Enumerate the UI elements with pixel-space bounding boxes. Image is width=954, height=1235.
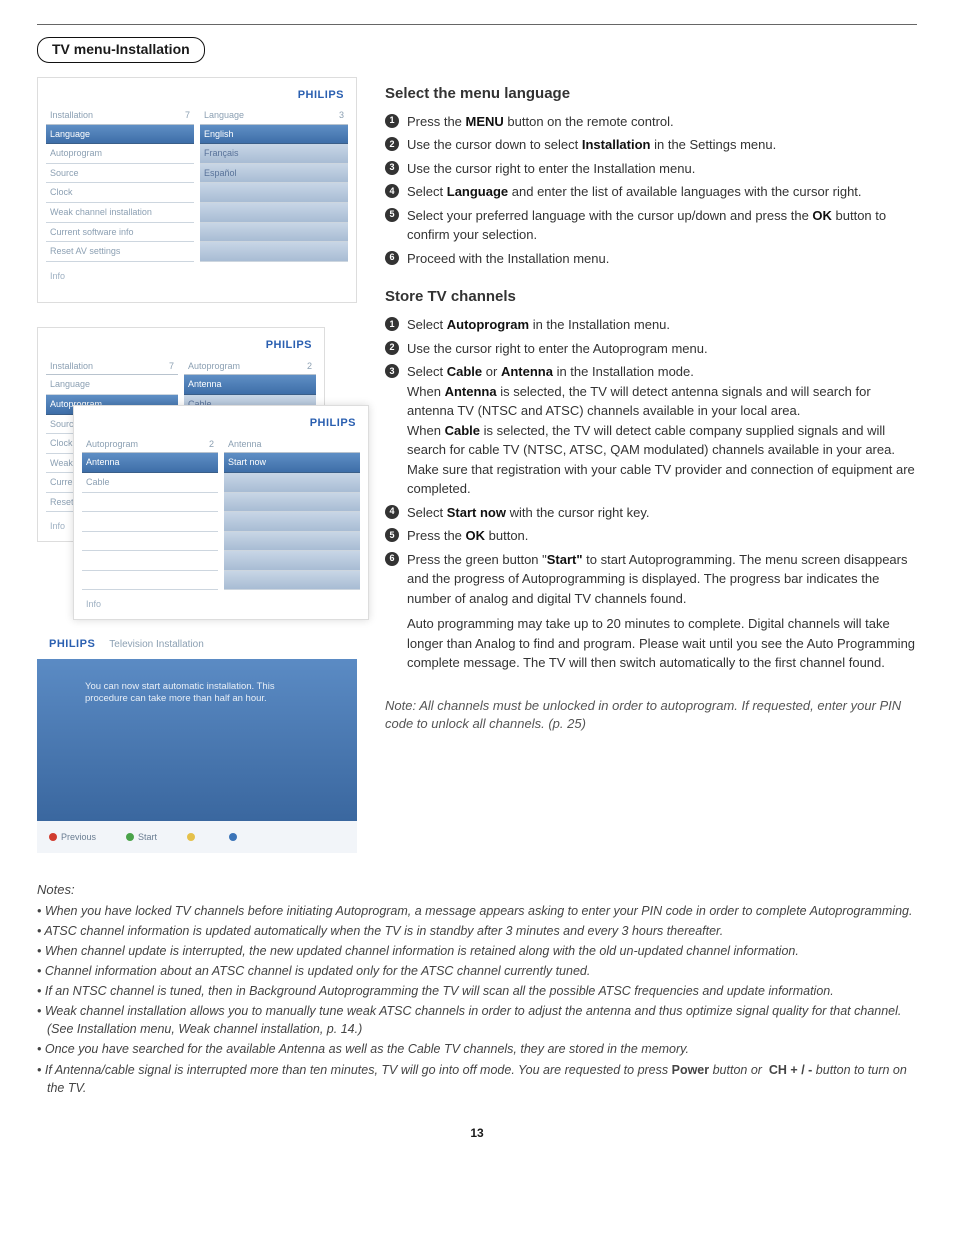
list-item: English	[200, 125, 348, 145]
list-item: Autoprogram	[46, 144, 194, 164]
list-item: Reset AV settings	[46, 242, 194, 262]
osd-installation-prompt: PHILIPS Television Installation You can …	[37, 631, 357, 853]
section-heading: Store TV channels	[385, 286, 917, 307]
list-item: Français	[200, 144, 348, 164]
list-item: Source	[46, 164, 194, 184]
note: Note: All channels must be unlocked in o…	[385, 697, 917, 733]
start-button: Start	[126, 831, 157, 844]
previous-button: Previous	[49, 831, 96, 844]
brand-logo: PHILIPS	[46, 338, 312, 353]
list-item: Language	[46, 125, 194, 145]
yellow-button	[187, 831, 199, 844]
list-item: Español	[200, 164, 348, 184]
steps-list: 1Press the MENU button on the remote con…	[385, 112, 917, 269]
osd-installation-language: PHILIPS Installation7 Language Autoprogr…	[37, 77, 357, 304]
brand-logo: PHILIPS	[49, 637, 95, 652]
list-item: Weak channel installation	[46, 203, 194, 223]
footnotes: Notes: When you have locked TV channels …	[37, 881, 917, 1096]
osd-autoprogram-stack: PHILIPS Installation7 Language Autoprogr…	[37, 327, 357, 607]
page-number: 13	[37, 1125, 917, 1142]
dialog-title: Television Installation	[109, 638, 204, 652]
blue-button	[229, 831, 241, 844]
brand-logo: PHILIPS	[82, 416, 356, 431]
list-item: Current software info	[46, 223, 194, 243]
section-heading: Select the menu language	[385, 83, 917, 104]
page-title: TV menu-Installation	[37, 37, 205, 63]
list-item: Clock	[46, 183, 194, 203]
steps-list: 1Select Autoprogram in the Installation …	[385, 315, 917, 679]
brand-logo: PHILIPS	[46, 88, 344, 103]
info-label: Info	[46, 270, 348, 283]
